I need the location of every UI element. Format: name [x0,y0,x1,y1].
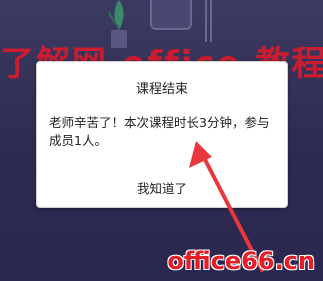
ok-button[interactable]: 我知道了 [37,174,287,204]
dialog-message: 老师辛苦了！本次课程时长3分钟，参与成员1人。 [49,115,270,148]
class-ended-screen: 了解网 office 教程网 课程结束 老师辛苦了！本次课程时长3分钟，参与成员… [0,0,323,281]
site-watermark: office66.cn [167,247,315,275]
class-ended-dialog: 课程结束 老师辛苦了！本次课程时长3分钟，参与成员1人。 我知道了 [36,61,288,208]
dialog-title: 课程结束 [135,82,188,97]
picture-frame [150,0,192,30]
